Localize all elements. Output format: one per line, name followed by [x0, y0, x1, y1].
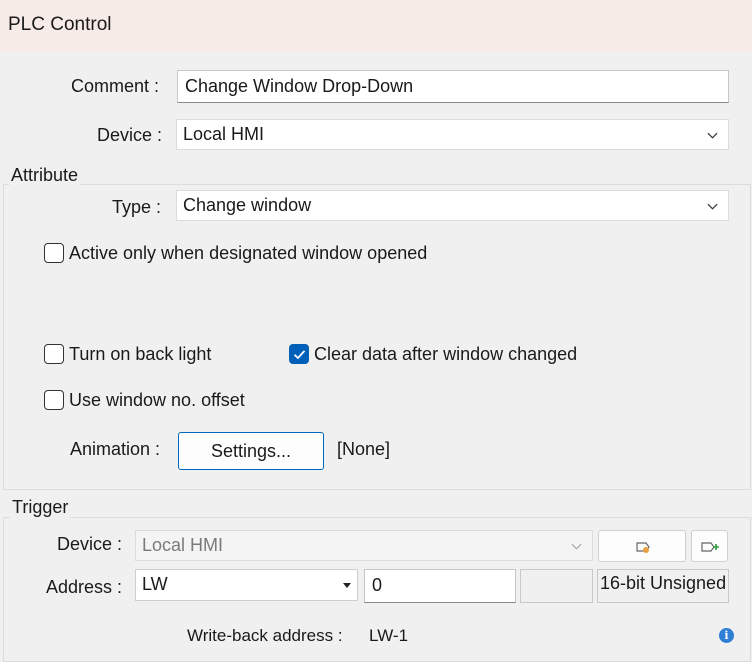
back-light-checkbox[interactable] — [44, 344, 64, 364]
trigger-group-label: Trigger — [10, 497, 71, 518]
address-type-select[interactable]: LW — [135, 569, 358, 601]
address-label: Address : — [46, 577, 123, 597]
device-select[interactable]: Local HMI — [176, 119, 729, 150]
type-label: Type : — [112, 197, 162, 217]
writeback-value: LW-1 — [369, 626, 409, 645]
data-format-value: 16-bit Unsigned — [600, 573, 727, 593]
animation-label: Animation : — [70, 439, 161, 459]
clear-data-checkbox[interactable] — [289, 344, 309, 364]
active-only-checkbox[interactable] — [44, 243, 64, 263]
comment-label: Comment : — [71, 76, 160, 96]
trigger-device-value: Local HMI — [142, 535, 224, 555]
chevron-down-icon — [707, 132, 718, 139]
device-label: Device : — [97, 125, 163, 145]
chevron-down-icon — [571, 543, 582, 550]
window-title: PLC Control — [8, 14, 112, 35]
title-bar: PLC Control — [0, 0, 752, 52]
comment-input[interactable]: Change Window Drop-Down — [177, 70, 729, 103]
address-type-value: LW — [142, 574, 168, 594]
trigger-device-label: Device : — [57, 534, 123, 554]
checkmark-icon — [293, 350, 306, 360]
tag-add-button[interactable] — [691, 530, 728, 562]
clear-data-label[interactable]: Clear data after window changed — [314, 344, 577, 365]
type-select[interactable]: Change window — [176, 190, 729, 221]
address-extra-field — [520, 569, 593, 603]
animation-settings-button[interactable]: Settings... — [178, 432, 324, 470]
tag-icon — [636, 542, 650, 553]
data-format-box: 16-bit Unsigned — [597, 569, 729, 603]
animation-value: [None] — [337, 439, 391, 459]
tag-add-icon — [701, 542, 719, 552]
comment-value: Change Window Drop-Down — [185, 76, 414, 96]
writeback-label: Write-back address : — [187, 626, 343, 645]
dropdown-arrow-icon — [343, 583, 351, 588]
address-value: 0 — [372, 575, 383, 595]
back-light-label[interactable]: Turn on back light — [69, 344, 211, 365]
type-select-value: Change window — [183, 195, 312, 215]
device-select-value: Local HMI — [183, 124, 265, 144]
trigger-device-select: Local HMI — [135, 530, 593, 561]
window-offset-label[interactable]: Use window no. offset — [69, 390, 245, 411]
tag-read-button[interactable] — [598, 530, 686, 562]
window-offset-checkbox[interactable] — [44, 390, 64, 410]
chevron-down-icon — [707, 203, 718, 210]
info-icon[interactable]: i — [719, 628, 734, 643]
attribute-group-label: Attribute — [9, 165, 81, 186]
address-value-input[interactable]: 0 — [364, 569, 516, 603]
active-only-label[interactable]: Active only when designated window opene… — [69, 243, 427, 264]
